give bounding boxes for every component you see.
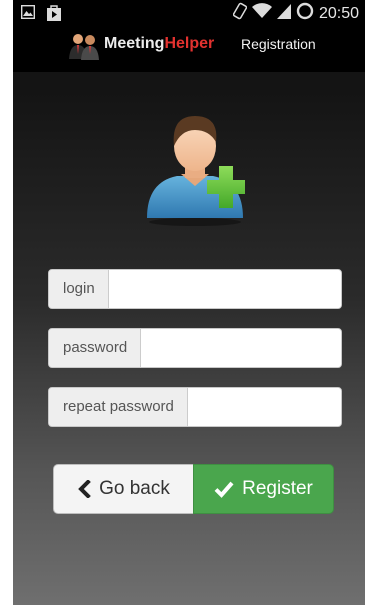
- play-store-icon: [47, 5, 61, 26]
- password-label: password: [49, 329, 142, 367]
- register-button[interactable]: Register: [193, 464, 334, 514]
- app-brand: MeetingHelper: [104, 35, 214, 53]
- go-back-button[interactable]: Go back: [53, 464, 193, 514]
- image-icon: [20, 4, 36, 26]
- repeat-password-input[interactable]: [187, 388, 341, 426]
- login-field: login: [48, 269, 342, 309]
- login-input[interactable]: [108, 270, 341, 308]
- signal-icon: [276, 3, 291, 24]
- meeting-people-icon: [68, 32, 100, 65]
- clock: 20:50: [318, 4, 359, 22]
- brand-helper: Helper: [164, 35, 215, 52]
- vibrate-icon: [232, 2, 248, 25]
- password-field: password: [48, 328, 342, 368]
- brand-meeting: Meeting: [104, 35, 165, 52]
- chevron-left-icon: [77, 480, 91, 498]
- phone-screen: 20:50 MeetingHelper Registration login p…: [13, 0, 365, 605]
- go-back-label: Go back: [99, 478, 170, 499]
- password-input[interactable]: [141, 329, 341, 367]
- checkmark-icon: [214, 480, 234, 498]
- register-label: Register: [242, 478, 313, 499]
- login-label: login: [49, 270, 109, 308]
- status-bar: 20:50: [13, 0, 365, 24]
- repeat-password-field: repeat password: [48, 387, 342, 427]
- repeat-password-label: repeat password: [49, 388, 188, 426]
- wifi-icon: [251, 3, 272, 24]
- add-user-icon: [143, 112, 247, 235]
- battery-icon: [296, 2, 314, 25]
- screen-title: Registration: [241, 36, 316, 52]
